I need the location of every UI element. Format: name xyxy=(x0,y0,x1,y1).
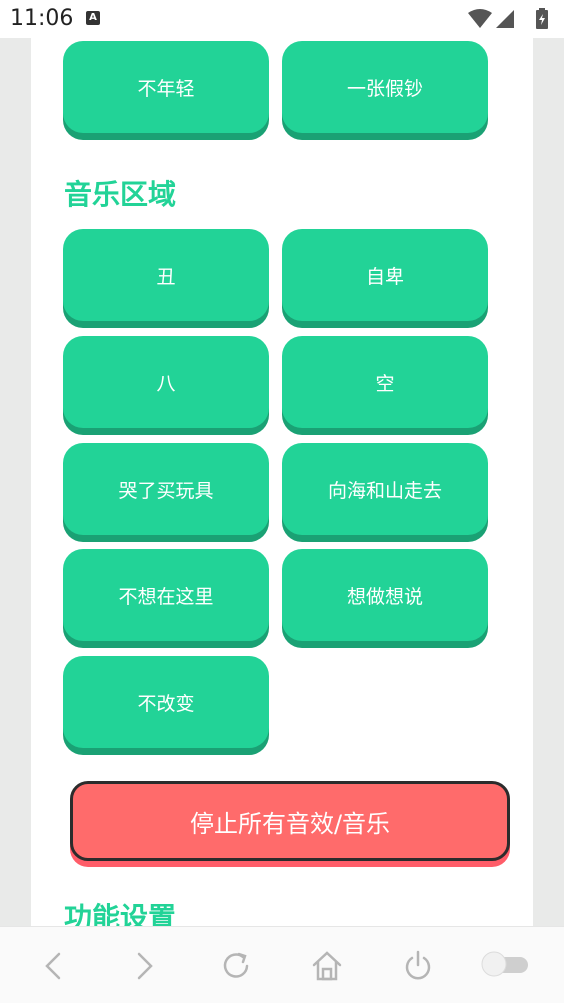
section-title-settings: 功能设置 xyxy=(64,901,177,926)
power-icon[interactable] xyxy=(401,949,435,983)
status-icons xyxy=(466,8,556,30)
refresh-icon[interactable] xyxy=(219,949,253,983)
music-button[interactable]: 不改变 xyxy=(63,656,269,748)
toggle-switch[interactable] xyxy=(480,951,530,977)
wifi-icon xyxy=(468,9,492,28)
forward-icon[interactable] xyxy=(127,949,161,983)
music-button[interactable]: 自卑 xyxy=(282,229,488,321)
sound-button[interactable]: 不年轻 xyxy=(63,41,269,133)
back-icon[interactable] xyxy=(37,949,71,983)
stop-all-button[interactable]: 停止所有音效/音乐 xyxy=(70,781,510,861)
signal-icon xyxy=(496,10,514,28)
music-button[interactable]: 向海和山走去 xyxy=(282,443,488,535)
home-icon[interactable] xyxy=(310,949,344,983)
music-button[interactable]: 空 xyxy=(282,336,488,428)
status-bar: 11:06 A xyxy=(0,0,564,38)
music-button[interactable]: 哭了买玩具 xyxy=(63,443,269,535)
music-button[interactable]: 丑 xyxy=(63,229,269,321)
status-icons-svg xyxy=(468,8,548,29)
section-title-music: 音乐区域 xyxy=(64,178,177,211)
music-button[interactable]: 想做想说 xyxy=(282,549,488,641)
content-panel: 不年轻 一张假钞 音乐区域 丑 自卑 八 空 哭了买玩具 向海和山走去 不想在这… xyxy=(31,38,533,926)
music-button[interactable]: 不想在这里 xyxy=(63,549,269,641)
music-button[interactable]: 八 xyxy=(63,336,269,428)
status-time: 11:06 xyxy=(10,6,74,31)
battery-icon xyxy=(536,8,548,29)
notification-badge-icon: A xyxy=(86,11,100,25)
sound-button[interactable]: 一张假钞 xyxy=(282,41,488,133)
